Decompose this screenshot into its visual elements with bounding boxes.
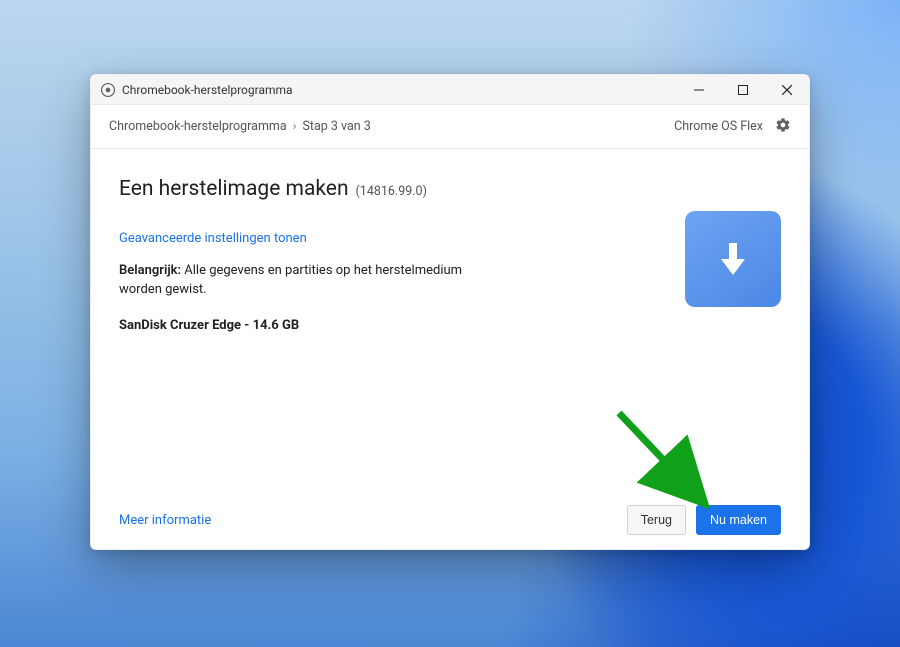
app-icon (101, 83, 115, 97)
version-label: (14816.99.0) (356, 184, 427, 199)
recovery-media-label: SanDisk Cruzer Edge - 14.6 GB (119, 318, 781, 333)
footer: Meer informatie Terug Nu maken (119, 493, 781, 535)
warning-label: Belangrijk: (119, 263, 181, 278)
app-window: Chromebook-herstelprogramma Chromebook-h… (90, 74, 810, 550)
advanced-settings-link[interactable]: Geavanceerde instellingen tonen (119, 231, 781, 246)
download-arrow-icon (709, 235, 757, 283)
minimize-button[interactable] (677, 75, 721, 105)
maximize-button[interactable] (721, 75, 765, 105)
breadcrumb-step: Stap 3 van 3 (302, 119, 370, 134)
breadcrumb-root: Chromebook-herstelprogramma (109, 119, 287, 134)
content: Een herstelimage maken (14816.99.0) Geav… (91, 149, 809, 549)
window-title: Chromebook-herstelprogramma (122, 83, 293, 97)
window-controls (677, 75, 809, 105)
warning-text: Belangrijk: Alle gegevens en partities o… (119, 262, 499, 300)
download-tile (685, 211, 781, 307)
gear-icon[interactable] (775, 117, 791, 137)
page-title: Een herstelimage maken (119, 177, 349, 201)
product-label: Chrome OS Flex (674, 119, 763, 134)
back-button[interactable]: Terug (627, 505, 686, 535)
titlebar: Chromebook-herstelprogramma (91, 75, 809, 105)
breadcrumb-separator: › (293, 119, 297, 134)
more-info-link[interactable]: Meer informatie (119, 513, 211, 528)
create-now-button[interactable]: Nu maken (696, 505, 781, 535)
close-button[interactable] (765, 75, 809, 105)
header: Chromebook-herstelprogramma › Stap 3 van… (91, 105, 809, 149)
